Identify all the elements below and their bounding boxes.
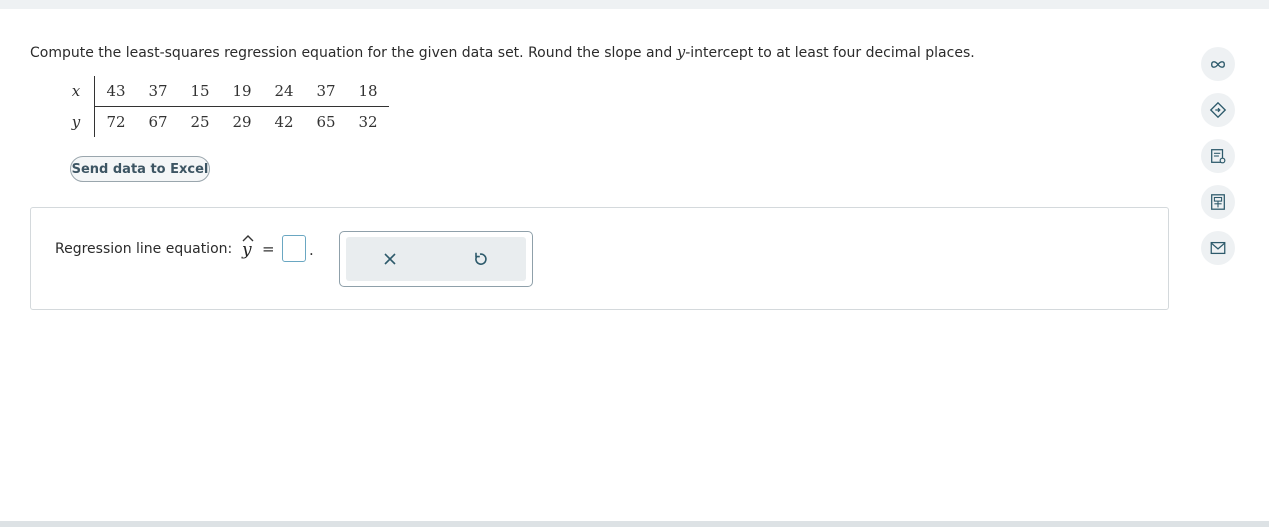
- equation-label: Regression line equation:: [55, 241, 233, 257]
- close-icon: [384, 253, 396, 265]
- y-hat-symbol: y: [241, 234, 255, 264]
- x-value: 19: [221, 76, 263, 107]
- y-value: 67: [148, 113, 168, 131]
- y-hat-variable: y: [242, 240, 252, 260]
- period: .: [309, 241, 314, 259]
- table-row-y: y 72 67 25 29 42 65 32: [60, 106, 389, 137]
- x-value: 18: [347, 76, 389, 107]
- y-value: 65: [316, 113, 336, 131]
- top-bar: [0, 0, 1269, 9]
- guided-solution-button[interactable]: [1201, 93, 1235, 127]
- guided-solution-icon: [1209, 101, 1227, 119]
- calculator-button[interactable]: [1201, 185, 1235, 219]
- clear-button[interactable]: [374, 243, 406, 275]
- x-value: 37: [305, 76, 347, 107]
- regression-answer-input[interactable]: [282, 235, 306, 262]
- undo-icon: [475, 252, 487, 265]
- textbook-button[interactable]: [1201, 139, 1235, 173]
- textbook-icon: [1211, 149, 1226, 164]
- infinity-button[interactable]: [1201, 47, 1235, 81]
- calculator-icon: [1211, 194, 1225, 210]
- data-table: x 43 37 15 19 24 37 18 y 72 67 25 29 42 …: [60, 76, 389, 137]
- x-value: 43: [94, 76, 137, 107]
- prompt-variable: y: [676, 43, 686, 61]
- toolbox-panel: [346, 237, 526, 281]
- x-value: 24: [263, 76, 305, 107]
- y-value: 42: [274, 113, 294, 131]
- y-value: 25: [190, 113, 210, 131]
- x-label: x: [60, 76, 95, 107]
- reset-button[interactable]: [464, 243, 496, 275]
- x-value: 15: [179, 76, 221, 107]
- y-value: 29: [232, 113, 252, 131]
- equals-sign: =: [262, 240, 275, 258]
- send-to-excel-button[interactable]: Send data to Excel: [70, 156, 210, 182]
- y-label: y: [60, 106, 95, 137]
- prompt-text-start: Compute the least-squares regression equ…: [30, 45, 677, 61]
- mail-button[interactable]: [1201, 231, 1235, 265]
- prompt-text-end: -intercept to at least four decimal plac…: [685, 45, 975, 61]
- mail-icon: [1210, 241, 1226, 255]
- infinity-icon: [1211, 60, 1225, 68]
- table-row-x: x 43 37 15 19 24 37 18: [60, 76, 389, 107]
- y-value: 72: [106, 113, 126, 131]
- question-prompt: Compute the least-squares regression equ…: [30, 43, 975, 61]
- answer-area: Regression line equation: y = .: [30, 207, 1169, 310]
- x-value: 37: [137, 76, 179, 107]
- bottom-bar: [0, 521, 1269, 527]
- math-toolbox: [339, 231, 533, 287]
- y-value: 32: [358, 113, 378, 131]
